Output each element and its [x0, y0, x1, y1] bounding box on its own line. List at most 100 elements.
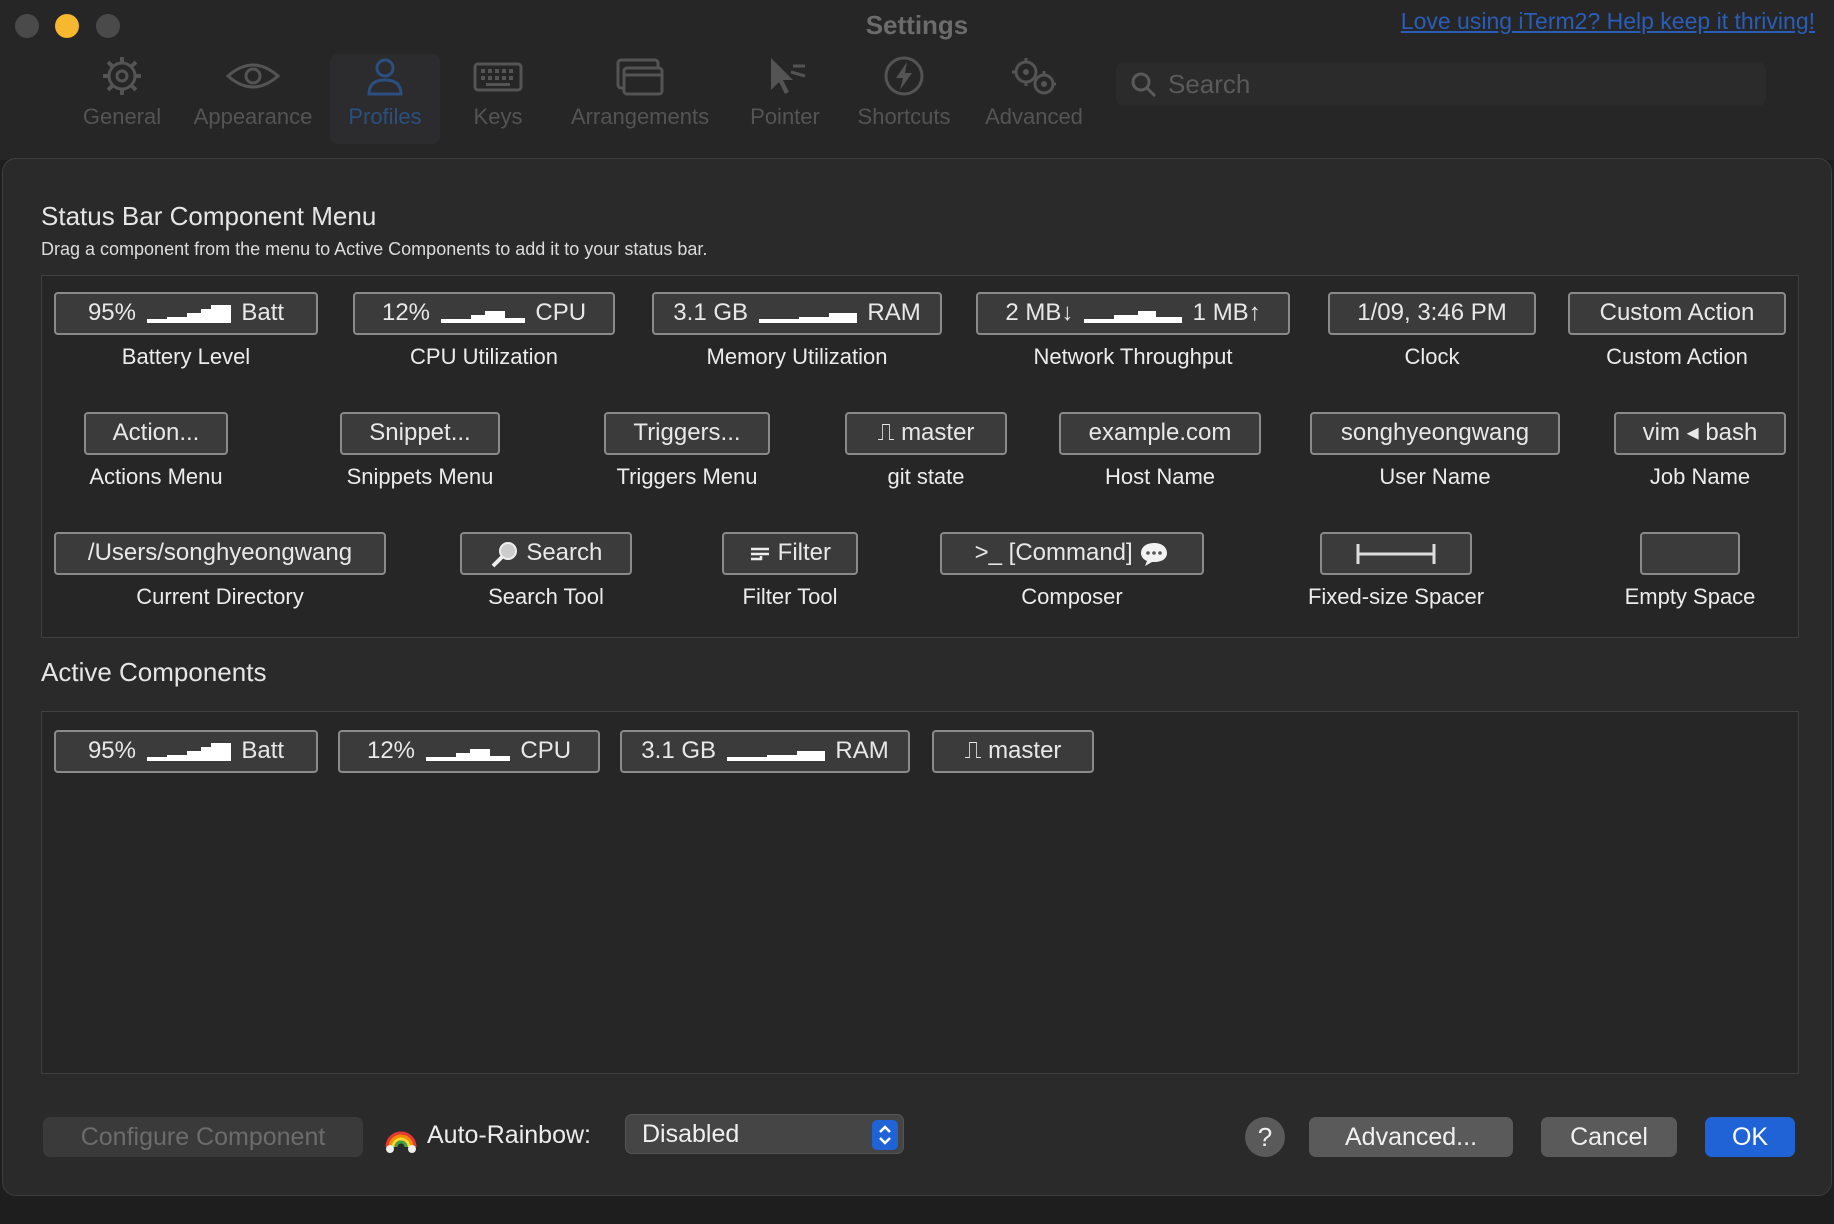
- person-icon: [330, 54, 440, 104]
- memory-sparkline-icon: [726, 750, 825, 761]
- memory-caption: Memory Utilization: [706, 344, 888, 369]
- empty-space-caption: Empty Space: [1624, 584, 1756, 609]
- help-button[interactable]: ?: [1245, 1117, 1285, 1157]
- fixed-spacer-caption: Fixed-size Spacer: [1307, 584, 1485, 609]
- cpu-percent: 12%: [381, 299, 431, 326]
- composer-label: >_ [Command]: [974, 539, 1133, 566]
- directory-component[interactable]: /Users/songhyeongwang: [54, 532, 386, 575]
- composer-caption: Composer: [1021, 584, 1123, 609]
- cancel-button[interactable]: Cancel: [1541, 1117, 1677, 1157]
- status-bar-sheet: Status Bar Component Menu Drag a compone…: [2, 158, 1832, 1196]
- memory-amount: 3.1 GB: [673, 299, 749, 326]
- tab-arrangements[interactable]: Arrangements: [565, 54, 715, 144]
- cpu-sparkline-icon: [440, 310, 525, 323]
- gear-icon: [70, 54, 174, 104]
- fixed-spacer-component[interactable]: [1320, 532, 1472, 575]
- empty-space-component[interactable]: [1640, 532, 1740, 575]
- user-caption: User Name: [1379, 464, 1491, 489]
- filter-tool-label: Filter: [777, 539, 831, 566]
- tab-advanced[interactable]: Advanced: [978, 54, 1090, 144]
- custom-action-component[interactable]: Custom Action: [1568, 292, 1786, 335]
- battery-sparkline-icon: [146, 304, 231, 323]
- window-toolbar: Settings Love using iTerm2? Help keep it…: [0, 0, 1834, 160]
- chevron-updown-icon: [872, 1120, 898, 1150]
- actions-caption: Actions Menu: [89, 464, 223, 489]
- window-bottom-edge: [0, 1196, 1834, 1224]
- active-git-component[interactable]: ⎍ master: [932, 730, 1094, 773]
- tab-keys-label: Keys: [473, 104, 523, 129]
- rainbow-icon: [383, 1119, 419, 1160]
- actions-component[interactable]: Action...: [84, 412, 228, 455]
- auto-rainbow-value: Disabled: [642, 1120, 740, 1148]
- magnifier-icon: [490, 539, 527, 568]
- search-tool-component[interactable]: Search: [460, 532, 632, 575]
- search-tool-caption: Search Tool: [488, 584, 604, 609]
- tab-pointer[interactable]: Pointer: [740, 54, 830, 144]
- memory-component[interactable]: 3.1 GB RAM: [652, 292, 942, 335]
- git-branch-icon: ⎍: [877, 419, 895, 446]
- gears-icon: [978, 54, 1090, 104]
- cpu-suffix: CPU: [535, 299, 587, 326]
- tab-profiles[interactable]: Profiles: [330, 54, 440, 144]
- network-component[interactable]: 2 MB↓ 1 MB↑: [976, 292, 1290, 335]
- cpu-component[interactable]: 12% CPU: [353, 292, 615, 335]
- battery-component[interactable]: 95% Batt: [54, 292, 318, 335]
- memory-suffix: RAM: [867, 299, 921, 326]
- host-caption: Host Name: [1104, 464, 1216, 489]
- active-components-area[interactable]: 95% Batt 12% CPU 3.1 GB RAM ⎍ master: [41, 711, 1799, 1074]
- filter-tool-component[interactable]: Filter: [722, 532, 858, 575]
- ok-button[interactable]: OK: [1705, 1117, 1795, 1157]
- network-caption: Network Throughput: [1033, 344, 1233, 369]
- network-sparkline-icon: [1084, 310, 1182, 323]
- battery-caption: Battery Level: [121, 344, 251, 369]
- active-memory-component[interactable]: 3.1 GB RAM: [620, 730, 910, 773]
- eye-icon: [188, 54, 318, 104]
- cpu-sparkline-icon: [425, 748, 510, 761]
- job-caption: Job Name: [1649, 464, 1751, 489]
- memory-sparkline-icon: [758, 312, 857, 323]
- host-component[interactable]: example.com: [1059, 412, 1261, 455]
- auto-rainbow-label: Auto-Rainbow:: [427, 1121, 591, 1149]
- git-branch-label: master: [901, 419, 975, 446]
- tab-appearance[interactable]: Appearance: [188, 54, 318, 144]
- battery-percent: 95%: [87, 299, 136, 326]
- advanced-button[interactable]: Advanced...: [1309, 1117, 1513, 1157]
- tab-profiles-label: Profiles: [348, 104, 422, 129]
- tab-general-label: General: [82, 104, 162, 129]
- active-cpu-component[interactable]: 12% CPU: [338, 730, 600, 773]
- active-components-title: Active Components: [41, 657, 267, 687]
- auto-rainbow-select[interactable]: Disabled: [625, 1114, 904, 1154]
- sheet-title: Status Bar Component Menu: [41, 201, 377, 231]
- snippets-component[interactable]: Snippet...: [340, 412, 500, 455]
- git-caption: git state: [887, 464, 965, 489]
- triggers-caption: Triggers Menu: [616, 464, 758, 489]
- git-component[interactable]: ⎍ master: [845, 412, 1007, 455]
- git-branch-icon: ⎍: [964, 737, 982, 764]
- bolt-icon: [848, 54, 960, 104]
- job-component[interactable]: vim ◂ bash: [1614, 412, 1786, 455]
- spacer-bracket-icon: [1354, 539, 1438, 566]
- active-battery-component[interactable]: 95% Batt: [54, 730, 318, 773]
- search-input[interactable]: [1168, 66, 1748, 102]
- tab-shortcuts[interactable]: Shortcuts: [848, 54, 960, 144]
- tab-arrangements-label: Arrangements: [570, 104, 710, 129]
- settings-search[interactable]: [1116, 62, 1766, 106]
- search-tool-label: Search: [526, 539, 603, 566]
- directory-caption: Current Directory: [136, 584, 304, 609]
- donate-link[interactable]: Love using iTerm2? Help keep it thriving…: [1401, 8, 1815, 35]
- network-up: 1 MB↑: [1192, 299, 1261, 326]
- composer-component[interactable]: >_ [Command]: [940, 532, 1204, 575]
- user-component[interactable]: songhyeongwang: [1310, 412, 1560, 455]
- windows-icon: [565, 54, 715, 104]
- tab-keys[interactable]: Keys: [458, 54, 538, 144]
- tab-general[interactable]: General: [70, 54, 174, 144]
- search-icon: [1130, 71, 1158, 104]
- active-memory-suffix: RAM: [835, 737, 889, 764]
- battery-suffix: Batt: [241, 299, 285, 326]
- triggers-component[interactable]: Triggers...: [604, 412, 770, 455]
- component-palette: 95% Batt Battery Level 12% CPU CPU Utili…: [41, 275, 1799, 638]
- tab-appearance-label: Appearance: [193, 104, 313, 129]
- tab-advanced-label: Advanced: [985, 104, 1083, 129]
- configure-component-button[interactable]: Configure Component: [43, 1117, 363, 1157]
- clock-component[interactable]: 1/09, 3:46 PM: [1328, 292, 1536, 335]
